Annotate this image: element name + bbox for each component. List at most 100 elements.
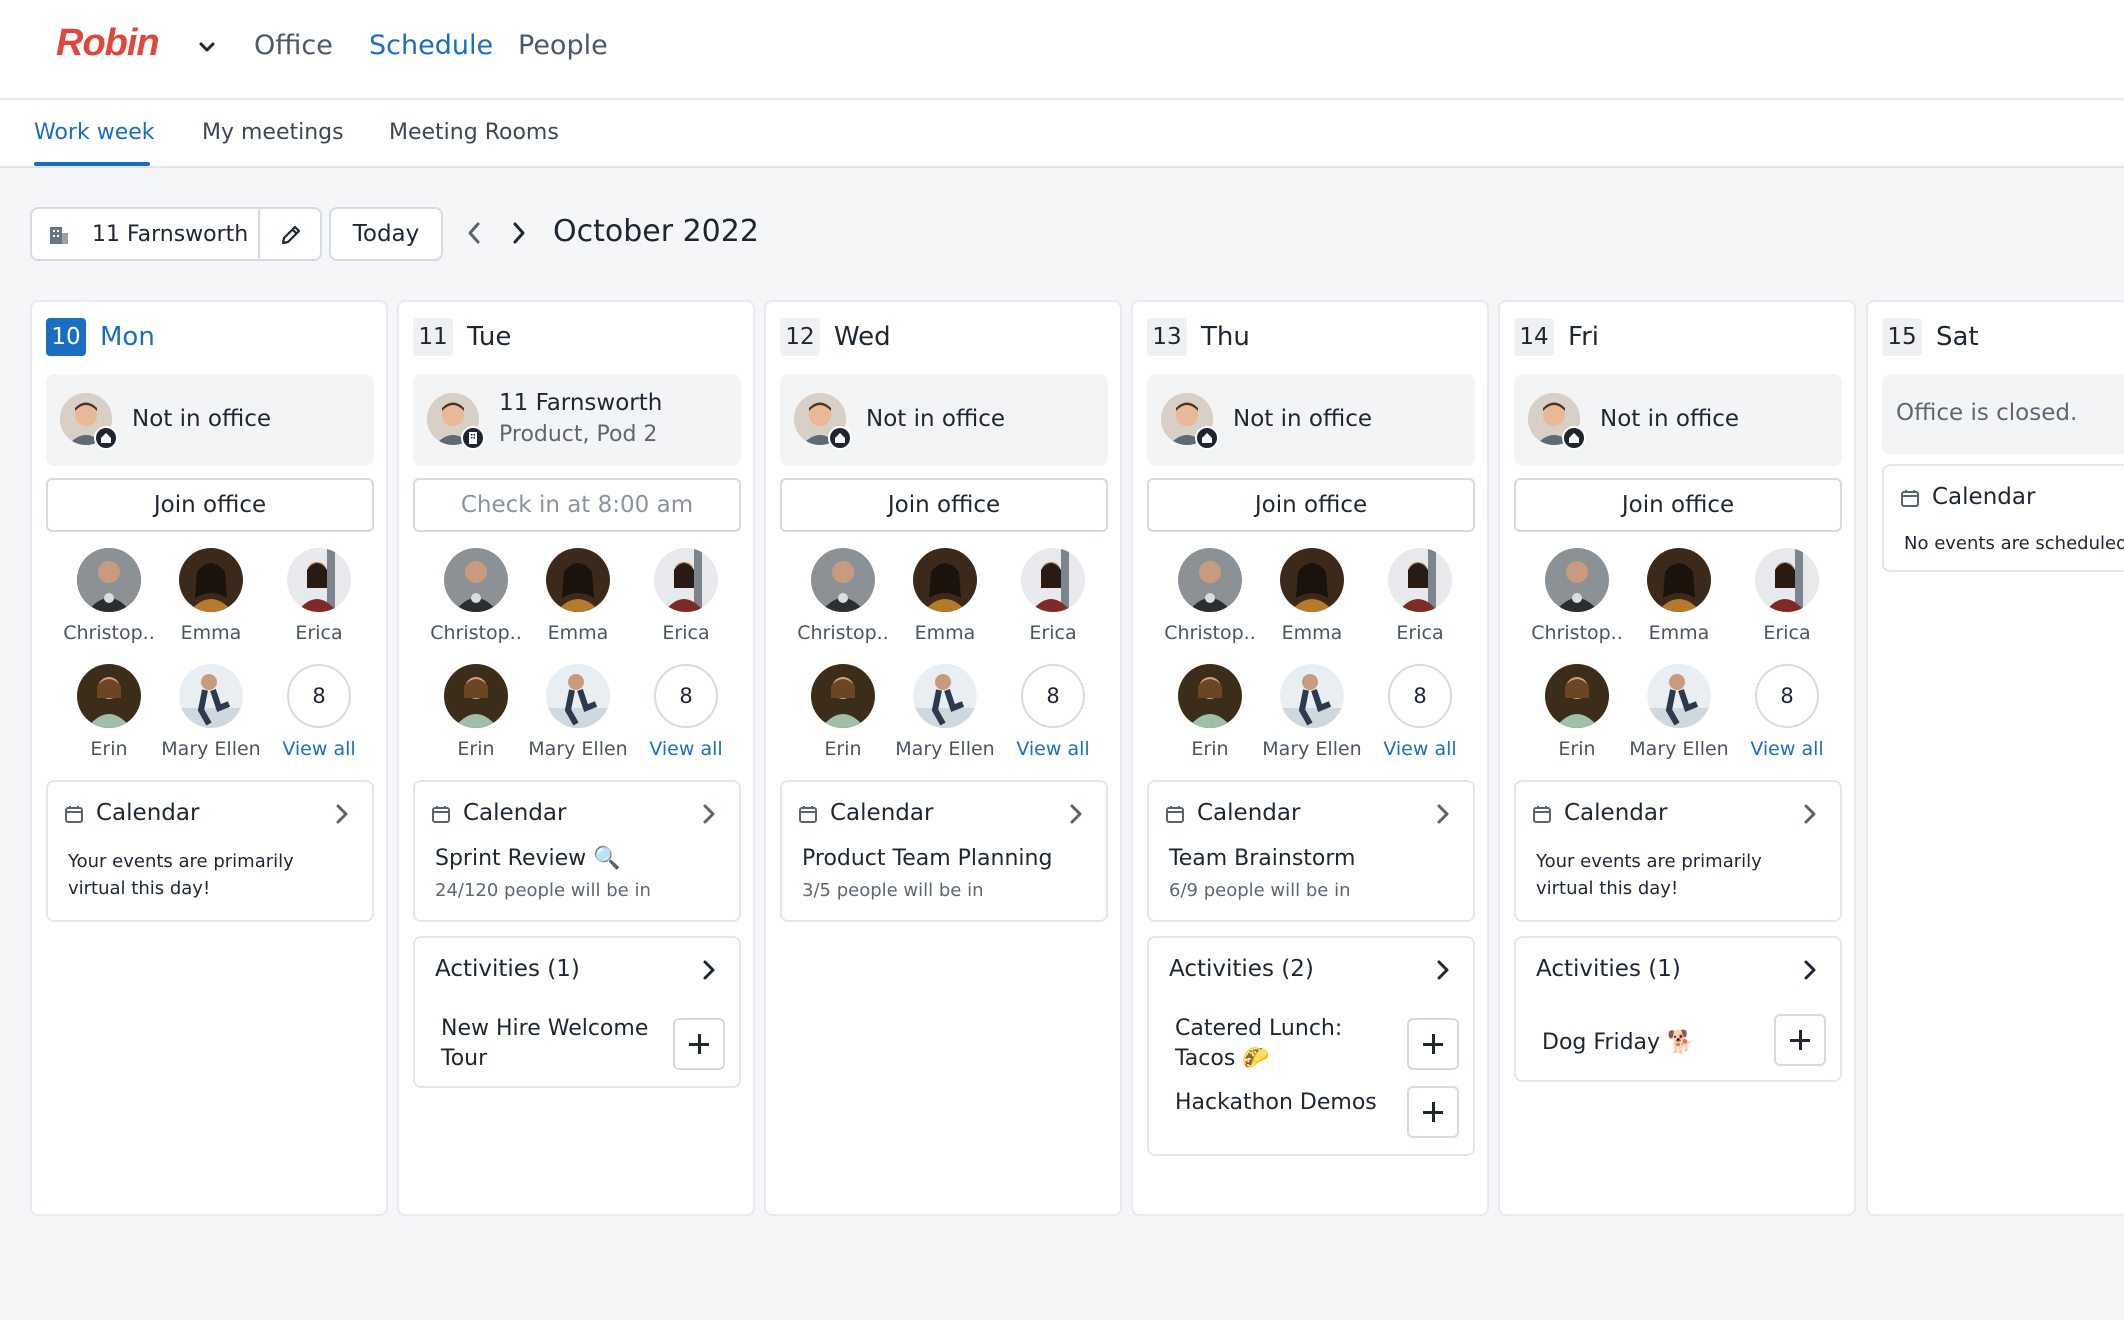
calendar-card[interactable]: Calendar Product Team Planning 3/5 peopl… xyxy=(780,780,1108,922)
chevron-left-icon[interactable] xyxy=(463,220,485,246)
activity-name: Catered Lunch: Tacos 🌮 xyxy=(1175,1016,1343,1071)
chevron-right-icon[interactable] xyxy=(701,958,717,982)
attendee-emma[interactable]: Emma xyxy=(523,548,633,644)
calendar-card[interactable]: Calendar Your events are primarily virtu… xyxy=(46,780,374,922)
avatar xyxy=(179,548,243,612)
view-all-link[interactable]: View all xyxy=(1732,738,1842,760)
view-all-attendees[interactable]: 8 View all xyxy=(1732,664,1842,760)
day-number: 15 xyxy=(1882,318,1922,356)
day-name: Thu xyxy=(1201,322,1250,352)
attendee-christopher[interactable]: Christop.. xyxy=(1155,548,1265,644)
view-all-link[interactable]: View all xyxy=(264,738,374,760)
chevron-right-icon[interactable] xyxy=(1435,958,1451,982)
chevron-right-icon[interactable] xyxy=(1802,958,1818,982)
chevron-right-icon[interactable] xyxy=(508,220,530,246)
attendee-christopher[interactable]: Christop.. xyxy=(1522,548,1632,644)
robin-logo[interactable]: Robin xyxy=(56,22,160,65)
event-attendance: 24/120 people will be in xyxy=(435,880,651,901)
event-title[interactable]: Product Team Planning xyxy=(802,846,1052,871)
chevron-down-icon[interactable] xyxy=(196,36,218,58)
location-selector[interactable]: 11 Farnsworth xyxy=(30,207,260,261)
view-all-attendees[interactable]: 8 View all xyxy=(998,664,1108,760)
activities-card[interactable]: Activities (2) Catered Lunch: Tacos 🌮 Ha… xyxy=(1147,936,1475,1156)
activities-card[interactable]: Activities (1) New Hire Welcome Tour xyxy=(413,936,741,1088)
calendar-card[interactable]: Calendar No events are scheduled xyxy=(1882,464,2124,572)
more-count: 8 xyxy=(1755,664,1819,728)
attendee-erin[interactable]: Erin xyxy=(1522,664,1632,760)
attendee-name: Erin xyxy=(90,738,128,760)
attendance-status[interactable]: Not in office xyxy=(46,374,374,466)
avatar xyxy=(811,664,875,728)
attendee-christopher[interactable]: Christop.. xyxy=(788,548,898,644)
join-office-button[interactable]: Join office xyxy=(1514,478,1842,532)
avatar xyxy=(1280,664,1344,728)
check-in-button[interactable]: Check in at 8:00 am xyxy=(413,478,741,532)
view-all-link[interactable]: View all xyxy=(998,738,1108,760)
join-office-button[interactable]: Join office xyxy=(780,478,1108,532)
attendance-status[interactable]: 11 Farnsworth Product, Pod 2 xyxy=(413,374,741,466)
day-column-wed: 12 Wed Not in office Join office Christo… xyxy=(764,300,1122,1216)
avatar xyxy=(913,664,977,728)
view-all-link[interactable]: View all xyxy=(1365,738,1475,760)
tab-meeting-rooms[interactable]: Meeting Rooms xyxy=(389,120,559,145)
add-activity-button[interactable] xyxy=(1774,1014,1826,1066)
building-icon xyxy=(461,426,485,450)
chevron-right-icon[interactable] xyxy=(701,802,717,826)
today-button[interactable]: Today xyxy=(329,207,443,261)
chevron-right-icon[interactable] xyxy=(1068,802,1084,826)
attendance-status[interactable]: Not in office xyxy=(1514,374,1842,466)
attendee-erica[interactable]: Erica xyxy=(264,548,374,644)
chevron-right-icon[interactable] xyxy=(1435,802,1451,826)
event-title[interactable]: Team Brainstorm xyxy=(1169,846,1355,871)
add-activity-button[interactable] xyxy=(1407,1018,1459,1070)
attendee-christopher[interactable]: Christop.. xyxy=(421,548,531,644)
chevron-right-icon[interactable] xyxy=(1802,802,1818,826)
chevron-right-icon[interactable] xyxy=(334,802,350,826)
add-activity-button[interactable] xyxy=(1407,1086,1459,1138)
join-office-button[interactable]: Join office xyxy=(46,478,374,532)
home-icon xyxy=(828,426,852,450)
join-office-button[interactable]: Join office xyxy=(1147,478,1475,532)
calendar-icon xyxy=(1533,806,1551,823)
calendar-card[interactable]: Calendar Team Brainstorm 6/9 people will… xyxy=(1147,780,1475,922)
attendee-erin[interactable]: Erin xyxy=(54,664,164,760)
view-all-attendees[interactable]: 8 View all xyxy=(264,664,374,760)
attendee-erin[interactable]: Erin xyxy=(788,664,898,760)
attendee-emma[interactable]: Emma xyxy=(890,548,1000,644)
attendee-mary-ellen[interactable]: Mary Ellen xyxy=(156,664,266,760)
attendee-name: Mary Ellen xyxy=(161,738,261,760)
attendee-emma[interactable]: Emma xyxy=(1624,548,1734,644)
attendee-christopher[interactable]: Christop.. xyxy=(54,548,164,644)
attendee-erin[interactable]: Erin xyxy=(1155,664,1265,760)
attendee-mary-ellen[interactable]: Mary Ellen xyxy=(1624,664,1734,760)
view-all-attendees[interactable]: 8 View all xyxy=(1365,664,1475,760)
attendance-status[interactable]: Not in office xyxy=(780,374,1108,466)
attendee-mary-ellen[interactable]: Mary Ellen xyxy=(523,664,633,760)
attendee-erica[interactable]: Erica xyxy=(631,548,741,644)
attendee-mary-ellen[interactable]: Mary Ellen xyxy=(1257,664,1367,760)
calendar-card[interactable]: Calendar Sprint Review 🔍 24/120 people w… xyxy=(413,780,741,922)
nav-office[interactable]: Office xyxy=(254,30,333,61)
attendee-erica[interactable]: Erica xyxy=(998,548,1108,644)
attendance-status[interactable]: Not in office xyxy=(1147,374,1475,466)
attendee-erica[interactable]: Erica xyxy=(1732,548,1842,644)
tab-my-meetings[interactable]: My meetings xyxy=(202,120,344,145)
nav-schedule[interactable]: Schedule xyxy=(369,30,493,61)
view-all-attendees[interactable]: 8 View all xyxy=(631,664,741,760)
attendee-emma[interactable]: Emma xyxy=(156,548,266,644)
attendee-emma[interactable]: Emma xyxy=(1257,548,1367,644)
activities-title: Activities (1) xyxy=(1536,956,1681,982)
add-activity-button[interactable] xyxy=(673,1018,725,1070)
calendar-icon xyxy=(1901,490,1919,507)
activities-card[interactable]: Activities (1) Dog Friday 🐕 xyxy=(1514,936,1842,1082)
attendee-mary-ellen[interactable]: Mary Ellen xyxy=(890,664,1000,760)
edit-location-button[interactable] xyxy=(258,207,322,261)
event-title[interactable]: Sprint Review 🔍 xyxy=(435,846,621,871)
tab-work-week[interactable]: Work week xyxy=(34,120,155,145)
calendar-card[interactable]: Calendar Your events are primarily virtu… xyxy=(1514,780,1842,922)
view-all-link[interactable]: View all xyxy=(631,738,741,760)
attendee-erin[interactable]: Erin xyxy=(421,664,531,760)
attendee-erica[interactable]: Erica xyxy=(1365,548,1475,644)
nav-people[interactable]: People xyxy=(518,30,608,61)
home-icon xyxy=(94,426,118,450)
